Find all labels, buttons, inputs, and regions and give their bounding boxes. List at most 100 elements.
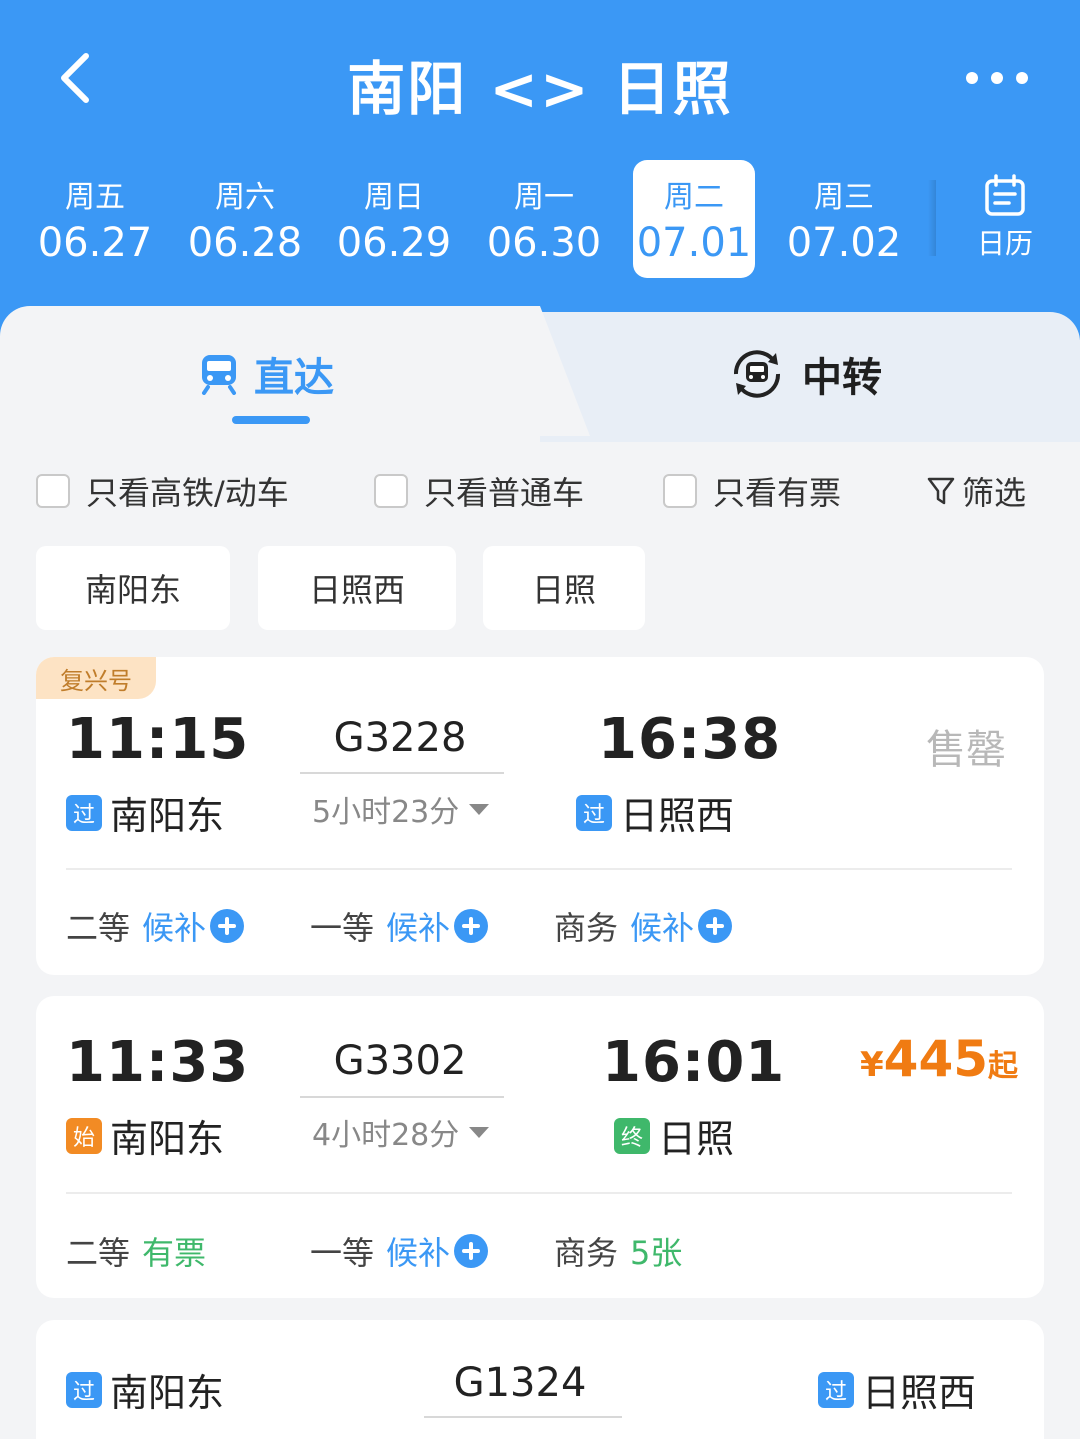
seat-business-class[interactable]: 商务 候补 (554, 903, 733, 949)
filter-button-label: 筛选 (961, 474, 1026, 512)
calendar-divider (928, 180, 936, 256)
date-value: 06.28 (187, 220, 303, 266)
filter-label: 只看高铁/动车 (86, 474, 289, 512)
plus-circle-icon[interactable] (210, 909, 245, 943)
pass-tag: 过 (576, 794, 612, 831)
date-item-0628[interactable]: 周六 06.28 (184, 160, 306, 278)
seat-status: 5张 (630, 1234, 683, 1272)
date-item-0630[interactable]: 周一 06.30 (483, 160, 605, 278)
seat-class: 二等 (66, 1234, 131, 1272)
filter-button[interactable]: 筛选 (926, 466, 1026, 516)
plus-circle-icon[interactable] (454, 909, 489, 943)
arrival-time: 16:01 (602, 1030, 786, 1095)
price: ¥ 445 起 (860, 1030, 1018, 1088)
duration-text: 5小时23分 (312, 795, 460, 830)
date-weekday: 周三 (814, 180, 874, 215)
date-weekday: 周六 (215, 180, 275, 215)
train-number: G3228 (333, 715, 467, 761)
date-value: 06.29 (336, 220, 452, 266)
date-selector: 周五 06.27 周六 06.28 周日 06.29 周一 06.30 周二 0… (20, 160, 920, 278)
more-dots-icon[interactable] (962, 66, 1032, 90)
terminal-tag: 终 (614, 1117, 650, 1154)
checkbox[interactable] (663, 474, 697, 508)
tab-transfer[interactable]: 中转 (728, 344, 882, 404)
seat-business-class[interactable]: 商务 5张 (554, 1228, 682, 1274)
date-value: 07.01 (636, 220, 752, 266)
calendar-button[interactable]: 日历 (960, 170, 1050, 262)
origin-tag: 始 (66, 1117, 102, 1154)
seat-status: 候补 (630, 909, 695, 947)
departure-time: 11:15 (66, 707, 250, 772)
seat-class: 一等 (310, 1234, 375, 1272)
station-chip[interactable]: 日照西 (258, 546, 456, 630)
currency-symbol: ¥ (860, 1045, 884, 1085)
date-value: 06.30 (486, 220, 602, 266)
price-value: 445 (883, 1030, 989, 1088)
pass-tag: 过 (818, 1371, 854, 1408)
train-card[interactable]: 过 南阳东 G1324 过 日照西 (36, 1320, 1044, 1439)
divider (66, 1192, 1012, 1194)
pass-tag: 过 (66, 1371, 102, 1408)
train-line (300, 1096, 504, 1098)
arrival-station: 过 日照西 (818, 1362, 976, 1417)
duration-toggle[interactable]: 4小时28分 (312, 1110, 490, 1154)
filter-bar: 只看高铁/动车 只看普通车 只看有票 筛选 (36, 466, 1046, 516)
date-item-0629[interactable]: 周日 06.29 (333, 160, 455, 278)
filter-normal-train[interactable]: 只看普通车 (374, 466, 584, 516)
date-value: 07.02 (786, 220, 902, 266)
arrival-station: 终 日照 (614, 1108, 734, 1163)
departure-station: 过 南阳东 (66, 1362, 224, 1417)
sold-out-status: 售罄 (926, 727, 1006, 773)
fuxing-badge: 复兴号 (36, 657, 156, 699)
date-item-0701-selected[interactable]: 周二 07.01 (633, 160, 755, 278)
date-weekday: 周一 (514, 180, 574, 215)
checkbox[interactable] (36, 474, 70, 508)
train-icon (202, 355, 236, 395)
duration-toggle[interactable]: 5小时23分 (312, 787, 490, 831)
station-name: 南阳东 (110, 1117, 225, 1161)
funnel-icon (927, 477, 955, 505)
pass-tag: 过 (66, 794, 102, 831)
seat-second-class[interactable]: 二等 有票 (66, 1228, 206, 1274)
train-number: G1324 (453, 1360, 587, 1406)
station-chip[interactable]: 日照 (483, 546, 645, 630)
tab-direct-label: 直达 (254, 355, 334, 401)
train-card[interactable]: 复兴号 11:15 G3228 5小时23分 16:38 过 南阳东 过 日照西… (36, 657, 1044, 975)
departure-station: 始 南阳东 (66, 1108, 224, 1163)
seat-status: 候补 (386, 909, 451, 947)
station-name: 日照西 (862, 1371, 977, 1415)
train-card[interactable]: 11:33 G3302 4小时28分 16:01 始 南阳东 终 日照 ¥ 44… (36, 996, 1044, 1298)
station-chip[interactable]: 南阳东 (36, 546, 230, 630)
checkbox[interactable] (374, 474, 408, 508)
seat-class: 一等 (310, 909, 375, 947)
seat-status: 候补 (386, 1234, 451, 1272)
seat-second-class[interactable]: 二等 候补 (66, 903, 245, 949)
arrival-station: 过 日照西 (576, 785, 734, 840)
plus-circle-icon[interactable] (698, 909, 733, 943)
calendar-icon (985, 174, 1025, 216)
date-item-0627[interactable]: 周五 06.27 (34, 160, 156, 278)
tab-direct[interactable]: 直达 (200, 344, 334, 404)
plus-circle-icon[interactable] (454, 1234, 489, 1268)
date-item-0702[interactable]: 周三 07.02 (783, 160, 905, 278)
station-name: 南阳东 (110, 1371, 225, 1415)
seat-first-class[interactable]: 一等 候补 (310, 1228, 489, 1274)
filter-label: 只看有票 (713, 474, 842, 512)
date-value: 06.27 (37, 220, 153, 266)
calendar-label: 日历 (976, 227, 1033, 260)
seat-class: 商务 (554, 1234, 619, 1272)
filter-available[interactable]: 只看有票 (663, 466, 841, 516)
train-number: G3302 (333, 1038, 467, 1084)
header: 南阳 <> 日照 周五 06.27 周六 06.28 周日 06.29 周一 0… (0, 0, 1080, 340)
date-weekday: 周二 (664, 180, 724, 215)
route-tabs: 直达 中转 (0, 306, 1080, 442)
filter-high-speed[interactable]: 只看高铁/动车 (36, 466, 289, 516)
duration-text: 4小时28分 (312, 1118, 460, 1153)
date-weekday: 周五 (65, 180, 125, 215)
transfer-train-icon (733, 350, 781, 398)
divider (66, 868, 1012, 870)
seat-first-class[interactable]: 一等 候补 (310, 903, 489, 949)
arrival-time: 16:38 (598, 707, 782, 772)
tab-active-indicator (232, 416, 310, 424)
departure-station: 过 南阳东 (66, 785, 224, 840)
